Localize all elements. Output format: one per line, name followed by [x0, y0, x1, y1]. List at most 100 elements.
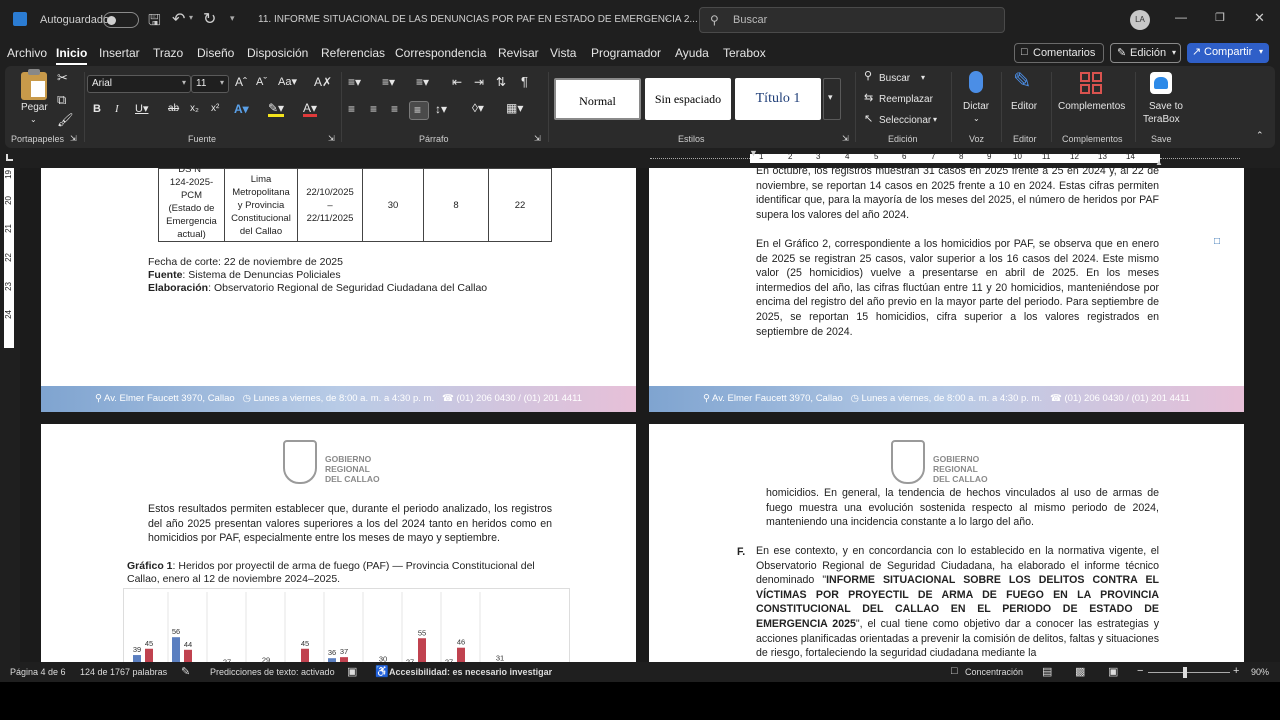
right-indent-marker-icon[interactable]: ▲ [1155, 158, 1163, 167]
borders-icon[interactable]: ▦▾ [506, 102, 523, 114]
vertical-ruler[interactable]: 19 20 21 22 23 24 [0, 168, 18, 662]
bold-icon[interactable]: B [93, 104, 101, 115]
menu-correspondencia[interactable]: Correspondencia [395, 46, 486, 60]
font-name-select[interactable]: Arial ▾ [87, 75, 191, 93]
save-icon[interactable]: 🖫 [148, 10, 161, 35]
document-title[interactable]: 11. INFORME SITUACIONAL DE LAS DENUNCIAS… [258, 14, 698, 25]
replace-label[interactable]: Reemplazar [879, 94, 933, 105]
read-mode-icon[interactable]: ▤ [1042, 665, 1052, 678]
menu-archivo[interactable]: Archivo [7, 46, 47, 60]
menu-ayuda[interactable]: Ayuda [675, 46, 709, 60]
comment-marker-icon[interactable]: □ [1214, 236, 1220, 247]
accessibility-icon[interactable]: ♿ [375, 665, 389, 678]
paragraph-launcher-icon[interactable]: ⇲ [534, 134, 541, 143]
share-button[interactable]: ↗ Compartir ▾ [1187, 43, 1269, 63]
comments-button[interactable]: □ Comentarios [1014, 43, 1104, 63]
zoom-slider[interactable] [1148, 667, 1230, 678]
shading-icon[interactable]: ◊▾ [472, 102, 484, 114]
font-launcher-icon[interactable]: ⇲ [328, 134, 335, 143]
styles-launcher-icon[interactable]: ⇲ [842, 134, 849, 143]
justify-button[interactable]: ≡ [409, 101, 429, 120]
minimize-icon[interactable]: — [1175, 10, 1187, 24]
focus-mode[interactable]: Concentración [965, 667, 1023, 677]
style-normal[interactable]: Normal [554, 78, 641, 120]
paste-label[interactable]: Pegar [21, 102, 48, 113]
dictate-label[interactable]: Dictar [963, 101, 989, 112]
style-no-spacing[interactable]: Sin espaciado [645, 78, 731, 120]
chevron-down-icon[interactable]: ⌄ [973, 114, 980, 123]
search-box[interactable]: ⚲ Buscar [699, 7, 1005, 33]
word-count[interactable]: 124 de 1767 palabras [80, 667, 167, 677]
proofing-icon[interactable]: ✎ [181, 665, 190, 678]
show-marks-icon[interactable]: ¶ [521, 75, 528, 88]
replace-icon[interactable]: ⇆ [864, 93, 873, 104]
font-color-icon[interactable]: A▾ [303, 102, 318, 117]
increase-indent-icon[interactable]: ⇥ [474, 76, 484, 88]
document-page[interactable]: GOBIERNO REGIONAL DEL CALLAO Estos resulta… [41, 424, 636, 662]
clear-formatting-icon[interactable]: A✗ [314, 76, 332, 88]
text-effects-icon[interactable]: A▾ [234, 103, 249, 115]
complements-label[interactable]: Complementos [1058, 101, 1125, 112]
terabox-icon[interactable] [1150, 72, 1172, 94]
document-canvas[interactable]: DS N° 124-2025- PCM (Estado de Emergencia act… [20, 168, 1280, 662]
maximize-icon[interactable]: ❐ [1215, 11, 1225, 24]
editing-mode-button[interactable]: ✎ Edición ▾ [1110, 43, 1181, 63]
close-icon[interactable]: ✕ [1254, 10, 1265, 26]
text-predictions[interactable]: Predicciones de texto: activado [210, 667, 335, 677]
menu-vista[interactable]: Vista [550, 46, 576, 60]
style-heading-1[interactable]: Título 1 [735, 78, 821, 120]
align-left-icon[interactable]: ≡ [348, 103, 355, 115]
format-painter-icon[interactable]: 🖌 [57, 113, 74, 126]
line-spacing-icon[interactable]: ↕▾ [435, 103, 447, 115]
zoom-in-icon[interactable]: + [1233, 665, 1239, 677]
copy-icon[interactable]: ⧉ [57, 93, 66, 106]
select-label[interactable]: Seleccionar [879, 115, 931, 126]
undo-dropdown-icon[interactable]: ▾ [189, 13, 193, 22]
macro-icon[interactable]: ▣ [347, 665, 357, 678]
strikethrough-icon[interactable]: ab [168, 104, 179, 114]
editor-icon[interactable]: ✎ [1013, 70, 1031, 92]
subscript-icon[interactable]: x₂ [190, 104, 199, 114]
clipboard-launcher-icon[interactable]: ⇲ [70, 134, 77, 143]
menu-disposicion[interactable]: Disposición [247, 46, 308, 60]
align-center-icon[interactable]: ≡ [370, 103, 377, 115]
change-case-icon[interactable]: Aa▾ [278, 77, 297, 88]
zoom-level[interactable]: 90% [1251, 667, 1269, 677]
find-label[interactable]: Buscar [879, 73, 910, 84]
select-icon[interactable]: ↖ [864, 114, 873, 125]
menu-programador[interactable]: Programador [591, 46, 661, 60]
sort-icon[interactable]: ⇅ [496, 76, 506, 88]
avatar[interactable]: LA [1130, 10, 1150, 30]
menu-inicio[interactable]: Inicio [56, 46, 88, 65]
undo-icon[interactable]: ↶ [172, 9, 185, 29]
zoom-out-icon[interactable]: − [1137, 665, 1143, 677]
font-size-select[interactable]: 11 ▾ [191, 75, 229, 93]
save-to-terabox-line1[interactable]: Save to [1149, 101, 1183, 112]
word-app-icon[interactable] [13, 12, 27, 26]
document-page[interactable]: DS N° 124-2025- PCM (Estado de Emergencia act… [41, 168, 636, 412]
menu-revisar[interactable]: Revisar [498, 46, 539, 60]
focus-icon[interactable]: □ [951, 665, 958, 677]
shrink-font-icon[interactable]: Aˇ [256, 77, 267, 88]
editor-label[interactable]: Editor [1011, 101, 1037, 112]
chevron-down-icon[interactable]: ▾ [933, 115, 937, 124]
document-page[interactable]: GOBIERNO REGIONAL DEL CALLAO homicidios. E… [649, 424, 1244, 662]
accessibility-status[interactable]: Accesibilidad: es necesario investigar [389, 667, 552, 677]
paste-icon[interactable] [21, 69, 47, 100]
menu-referencias[interactable]: Referencias [321, 46, 385, 60]
numbering-icon[interactable]: ≡▾ [382, 76, 395, 88]
grow-font-icon[interactable]: Aˆ [235, 76, 247, 88]
align-right-icon[interactable]: ≡ [391, 103, 398, 115]
microphone-icon[interactable] [969, 71, 983, 93]
find-icon[interactable]: ⚲ [864, 71, 872, 82]
collapse-ribbon-icon[interactable]: ⌃ [1256, 130, 1264, 141]
highlight-icon[interactable]: ✎▾ [268, 102, 285, 117]
menu-diseno[interactable]: Diseño [197, 46, 234, 60]
italic-icon[interactable]: I [115, 104, 119, 115]
menu-terabox[interactable]: Terabox [723, 46, 766, 60]
ruler-corner[interactable] [6, 154, 13, 161]
multilevel-list-icon[interactable]: ≡▾ [416, 76, 429, 88]
document-page[interactable]: En octubre, los registros muestran 31 ca… [649, 168, 1244, 412]
print-layout-icon[interactable]: ▩ [1075, 665, 1085, 678]
save-to-terabox-line2[interactable]: TeraBox [1143, 114, 1180, 125]
